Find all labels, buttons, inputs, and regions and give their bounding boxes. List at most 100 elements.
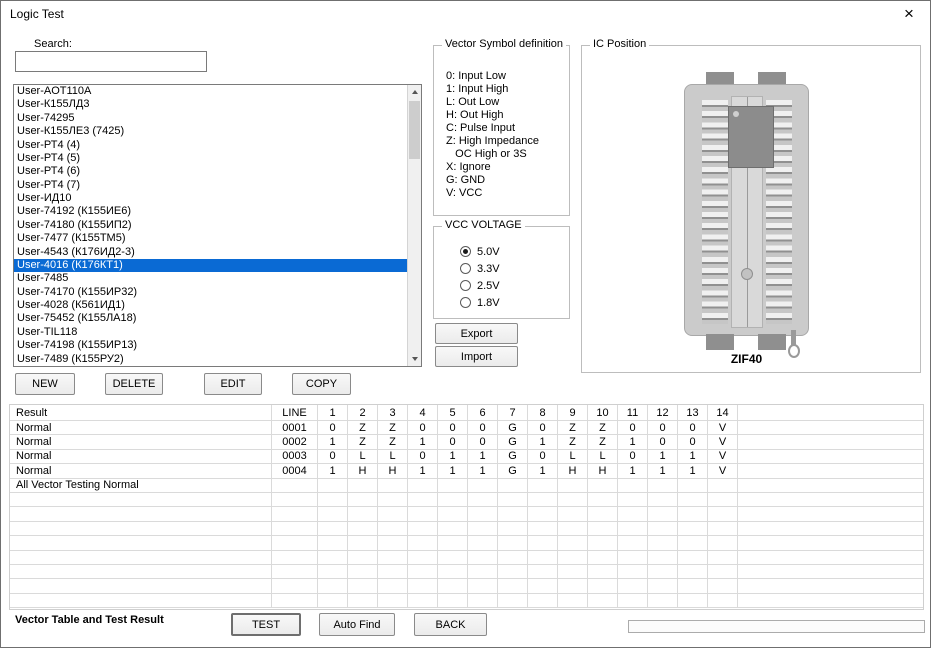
empty-cell xyxy=(708,536,738,550)
empty-cell xyxy=(678,551,708,565)
empty-cell xyxy=(588,594,618,608)
device-list-item[interactable]: User-7489 (К155РУ2) xyxy=(14,353,421,366)
empty-cell xyxy=(408,536,438,550)
back-button[interactable]: BACK xyxy=(414,613,487,636)
radio-icon[interactable] xyxy=(460,246,471,257)
device-list-item[interactable]: User-7477 (К155ТМ5) xyxy=(14,232,421,245)
device-list-item[interactable]: User-РТ4 (5) xyxy=(14,152,421,165)
vector-symbol-line: X: Ignore xyxy=(446,161,539,174)
radio-icon[interactable] xyxy=(460,297,471,308)
empty-cell xyxy=(468,579,498,593)
scroll-down-icon[interactable] xyxy=(408,352,421,366)
device-list-item[interactable]: User-74180 (К155ИП2) xyxy=(14,219,421,232)
device-list-item[interactable]: User-75452 (К155ЛА18) xyxy=(14,312,421,325)
value-cell: H xyxy=(378,464,408,478)
search-input[interactable] xyxy=(15,51,207,72)
line-cell xyxy=(272,479,318,493)
value-cell: G xyxy=(498,435,528,449)
device-list-item[interactable]: User-74295 xyxy=(14,112,421,125)
vcc-option-2-5v[interactable]: 2.5V xyxy=(460,277,500,294)
value-cell: 1 xyxy=(318,464,348,478)
empty-cell xyxy=(588,579,618,593)
empty-cell xyxy=(648,507,678,521)
empty-cell xyxy=(528,579,558,593)
col-header-filler xyxy=(738,405,923,421)
device-list-scrollbar[interactable] xyxy=(407,85,421,366)
empty-cell xyxy=(468,594,498,608)
edit-button[interactable]: EDIT xyxy=(204,373,262,395)
status-text: Vector Table and Test Result xyxy=(15,614,164,626)
device-list-item[interactable]: User-AOT110A xyxy=(14,85,421,98)
device-list-item[interactable]: User-4028 (К561ИД1) xyxy=(14,299,421,312)
export-button[interactable]: Export xyxy=(435,323,518,344)
value-cell: 0 xyxy=(678,421,708,435)
test-button[interactable]: TEST xyxy=(231,613,301,636)
value-cell xyxy=(468,479,498,493)
value-cell: Z xyxy=(588,435,618,449)
device-list-item[interactable]: User-ИД10 xyxy=(14,192,421,205)
scroll-up-icon[interactable] xyxy=(408,85,421,99)
ic-position-group: IC Position ZIF40 xyxy=(581,45,921,373)
device-list[interactable]: User-AOT110AUser-К155ЛД3User-74295User-К… xyxy=(13,84,422,367)
value-cell xyxy=(618,479,648,493)
empty-cell xyxy=(588,522,618,536)
copy-button[interactable]: COPY xyxy=(292,373,351,395)
empty-cell xyxy=(272,536,318,550)
vector-symbol-line: V: VCC xyxy=(446,187,539,200)
device-list-item[interactable]: User-7485 xyxy=(14,272,421,285)
empty-cell xyxy=(558,565,588,579)
device-list-item[interactable]: User-TIL118 xyxy=(14,326,421,339)
empty-cell xyxy=(618,579,648,593)
empty-cell xyxy=(498,565,528,579)
device-list-item[interactable]: User-74170 (К155ИР32) xyxy=(14,286,421,299)
value-cell: L xyxy=(558,450,588,464)
device-list-item[interactable]: User-К155ЛЕ3 (7425) xyxy=(14,125,421,138)
line-cell: 0004 xyxy=(272,464,318,478)
row-filler xyxy=(738,479,923,493)
col-header: 11 xyxy=(618,405,648,421)
import-button[interactable]: Import xyxy=(435,346,518,367)
close-icon[interactable]: × xyxy=(898,3,920,25)
empty-cell xyxy=(498,536,528,550)
empty-cell xyxy=(468,522,498,536)
vcc-option-1-8v[interactable]: 1.8V xyxy=(460,294,500,311)
device-list-item[interactable]: User-РТ4 (4) xyxy=(14,139,421,152)
new-button[interactable]: NEW xyxy=(15,373,75,395)
value-cell: 0 xyxy=(438,421,468,435)
empty-cell xyxy=(618,594,648,608)
device-list-item[interactable]: User-К155ЛД3 xyxy=(14,98,421,111)
value-cell: 0 xyxy=(618,421,648,435)
value-cell: 0 xyxy=(468,435,498,449)
delete-button[interactable]: DELETE xyxy=(105,373,163,395)
device-list-item[interactable]: User-4543 (К176ИД2-3) xyxy=(14,246,421,259)
vcc-option-3-3v[interactable]: 3.3V xyxy=(460,260,500,277)
value-cell: V xyxy=(708,450,738,464)
device-list-item[interactable]: User-4016 (К176КТ1) xyxy=(14,259,421,272)
empty-cell xyxy=(10,551,272,565)
empty-cell xyxy=(648,579,678,593)
value-cell xyxy=(408,479,438,493)
scrollbar-thumb[interactable] xyxy=(409,101,420,159)
auto-find-button[interactable]: Auto Find xyxy=(319,613,395,636)
vcc-option-5-0v[interactable]: 5.0V xyxy=(460,243,500,260)
empty-cell xyxy=(588,565,618,579)
device-list-item[interactable]: User-РТ4 (7) xyxy=(14,179,421,192)
empty-cell xyxy=(348,507,378,521)
col-header: 4 xyxy=(408,405,438,421)
empty-cell xyxy=(528,551,558,565)
device-list-item[interactable]: User-74192 (К155ИЕ6) xyxy=(14,205,421,218)
device-list-item[interactable]: User-74198 (К155ИР13) xyxy=(14,339,421,352)
line-cell: 0001 xyxy=(272,421,318,435)
empty-cell xyxy=(408,594,438,608)
line-cell: 0003 xyxy=(272,450,318,464)
radio-icon[interactable] xyxy=(460,263,471,274)
row-filler xyxy=(738,493,923,507)
empty-cell xyxy=(498,594,528,608)
empty-cell xyxy=(588,551,618,565)
result-cell: Normal xyxy=(10,464,272,478)
value-cell: 1 xyxy=(318,435,348,449)
empty-cell xyxy=(618,565,648,579)
radio-icon[interactable] xyxy=(460,280,471,291)
device-list-item[interactable]: User-РТ4 (6) xyxy=(14,165,421,178)
search-label: Search: xyxy=(34,38,72,50)
